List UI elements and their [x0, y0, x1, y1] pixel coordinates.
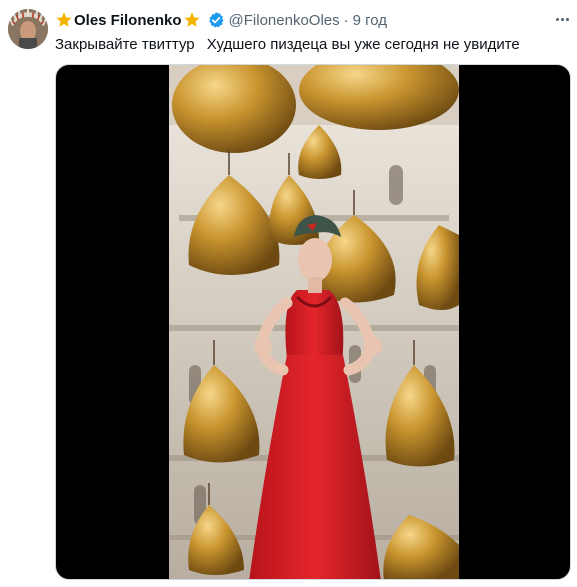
star-icon	[183, 11, 201, 29]
tweet-text: Закрывайте твиттур Худшего пиздеца вы уж…	[55, 35, 520, 55]
avatar[interactable]	[8, 9, 48, 49]
verified-badge-icon	[207, 11, 225, 29]
tweet-text-part-2: Худшего пиздеца вы уже сегодня не увидит…	[206, 36, 520, 53]
star-icon	[55, 11, 73, 29]
avatar-image	[8, 9, 48, 49]
video-still-image	[169, 65, 459, 579]
video-frame	[169, 65, 459, 579]
separator-dot: ·	[343, 11, 349, 29]
author-name[interactable]: Oles Filonenko	[74, 12, 182, 29]
tweet-text-part-1: Закрывайте твиттур	[55, 36, 195, 53]
tweet-timestamp[interactable]: 9 год	[353, 12, 387, 29]
tweet-media-video[interactable]	[55, 64, 571, 580]
more-icon[interactable]	[552, 10, 572, 28]
author-handle[interactable]: @FilonenkoOles	[229, 12, 340, 29]
tweet-header: Oles Filonenko @FilonenkoOles · 9 год	[55, 10, 387, 30]
tweet[interactable]: Oles Filonenko @FilonenkoOles · 9 год За…	[0, 0, 577, 587]
